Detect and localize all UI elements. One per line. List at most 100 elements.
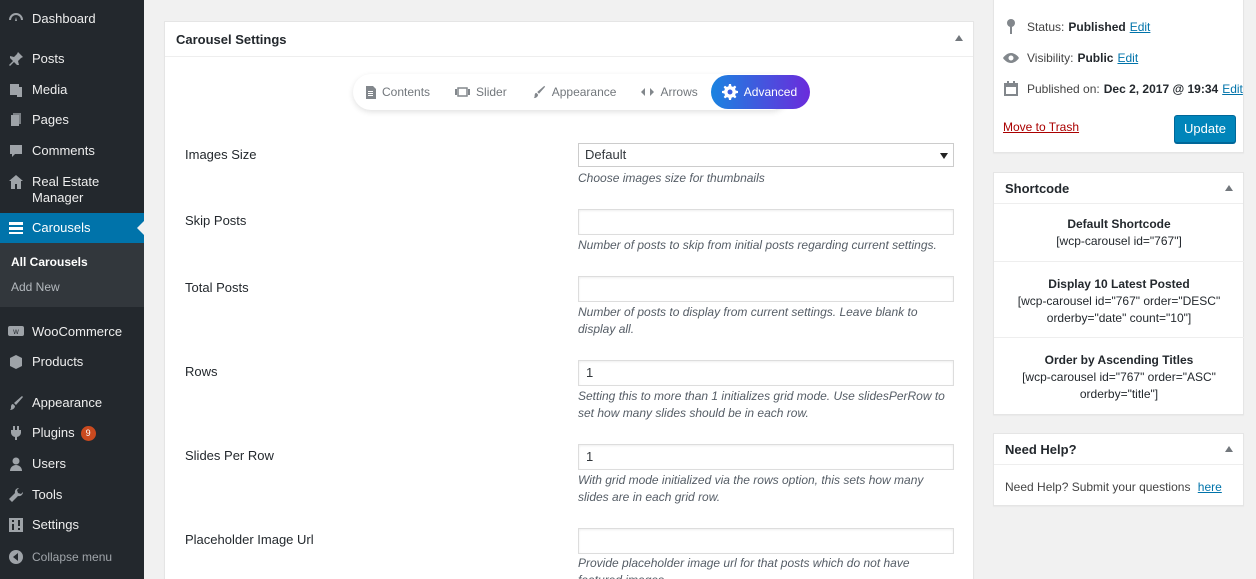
current-menu-arrow [137, 221, 144, 235]
edit-date-link[interactable]: Edit [1222, 82, 1243, 96]
collapse-toggle-icon[interactable] [955, 35, 963, 41]
sidebar-item-label: Carousels [32, 220, 91, 235]
sidebar-item-label: Posts [32, 51, 65, 66]
media-icon [0, 82, 32, 98]
dashboard-icon [0, 11, 32, 27]
box-title: Carousel Settings [176, 31, 287, 47]
collapse-icon [0, 549, 32, 565]
tab-label: Appearance [551, 85, 617, 99]
box-title: Need Help? [1005, 441, 1077, 457]
sidebar-item-products[interactable]: Products [0, 354, 144, 370]
status-label: Status: [1027, 20, 1065, 34]
edit-status-link[interactable]: Edit [1130, 20, 1151, 34]
collapse-menu-button[interactable]: Collapse menu [0, 549, 144, 565]
submenu-add-new[interactable]: Add New [11, 280, 60, 294]
sidebar-item-label: Media [32, 82, 68, 97]
sidebar-item-users[interactable]: Users [0, 456, 144, 472]
calendar-icon [1003, 81, 1019, 96]
box-title: Shortcode [1005, 180, 1070, 196]
field-label-slides-per-row: Slides Per Row [185, 448, 274, 463]
field-label-rows: Rows [185, 364, 218, 379]
sidebar-item-label: WooCommerce [32, 324, 123, 339]
brush-icon [0, 395, 32, 411]
shortcode-box: Shortcode Default Shortcode [wcp-carouse… [993, 172, 1244, 415]
sidebar-item-carousels[interactable]: Carousels [0, 213, 144, 243]
sidebar-item-appearance[interactable]: Appearance [0, 395, 144, 411]
sidebar-item-media[interactable]: Media [0, 82, 144, 98]
brush-icon [532, 85, 546, 99]
collapse-toggle-icon[interactable] [1225, 185, 1233, 191]
wrench-icon [0, 487, 32, 503]
field-desc-rows: Setting this to more than 1 initializes … [578, 389, 945, 420]
sidebar-item-comments[interactable]: Comments [0, 143, 144, 159]
pin-icon [0, 51, 32, 67]
field-label-skip-posts: Skip Posts [185, 213, 247, 228]
arrows-icon [641, 87, 655, 97]
field-desc-placeholder-image-url: Provide placeholder image url for that p… [578, 556, 910, 579]
collapse-toggle-icon[interactable] [1225, 446, 1233, 452]
total-posts-input[interactable] [578, 276, 954, 302]
visibility-label: Visibility: [1027, 51, 1074, 65]
sidebar-item-pages[interactable]: Pages [0, 112, 144, 128]
sidebar-item-label: Plugins 9 [32, 425, 96, 441]
sidebar-item-label: Tools [32, 487, 63, 502]
help-text: Need Help? Submit your questions [1005, 480, 1191, 494]
tab-arrows[interactable]: Arrows [641, 85, 698, 99]
tab-label: Contents [382, 85, 431, 99]
visibility-value: Public [1077, 51, 1114, 65]
move-to-trash-link[interactable]: Move to Trash [1003, 120, 1079, 134]
sidebar-item-plugins[interactable]: Plugins 9 [0, 425, 144, 441]
comment-icon [0, 143, 32, 159]
shortcode-header[interactable]: Shortcode [994, 173, 1243, 204]
carousels-submenu: All Carousels Add New [0, 243, 144, 307]
divider [994, 261, 1244, 262]
sidebar-item-posts[interactable]: Posts [0, 51, 144, 67]
slides-per-row-input[interactable]: 1 [578, 444, 954, 470]
sidebar-item-label: Settings [32, 517, 79, 532]
collapse-menu-label: Collapse menu [32, 550, 113, 564]
carousel-icon [0, 220, 32, 236]
visibility-row: Visibility: Public Edit [1003, 51, 1138, 65]
help-link[interactable]: here [1198, 480, 1222, 494]
carousel-settings-header[interactable]: Carousel Settings [165, 22, 973, 57]
tab-slider[interactable]: Slider [455, 85, 507, 99]
plugin-icon [0, 425, 32, 441]
sidebar-item-settings[interactable]: Settings [0, 517, 144, 533]
tab-label: Slider [476, 85, 507, 99]
woo-icon: W [0, 324, 32, 338]
need-help-box: Need Help? Need Help? Submit your questi… [993, 433, 1244, 506]
products-icon [0, 354, 32, 370]
images-size-select[interactable]: Default [578, 143, 954, 167]
need-help-header[interactable]: Need Help? [994, 434, 1243, 465]
published-value: Dec 2, 2017 @ 19:34 [1103, 81, 1219, 96]
skip-posts-input[interactable] [578, 209, 954, 235]
update-count-badge: 9 [80, 426, 96, 441]
edit-visibility-link[interactable]: Edit [1117, 51, 1138, 65]
update-button[interactable]: Update [1174, 115, 1236, 143]
tab-label: Arrows [660, 85, 698, 99]
tab-appearance[interactable]: Appearance [532, 85, 617, 99]
sidebar-item-real-estate-manager[interactable]: Real Estate Manager [0, 174, 144, 206]
sidebar-item-label: Dashboard [32, 11, 96, 26]
gear-icon [721, 84, 738, 100]
sidebar-item-tools[interactable]: Tools [0, 487, 144, 503]
carousel-settings-box: Carousel Settings Contents Slider Appear… [164, 21, 974, 579]
published-on-row: Published on: Dec 2, 2017 @ 19:34 Edit [1003, 81, 1243, 96]
need-help-text: Need Help? Submit your questions here [1005, 480, 1222, 494]
tab-contents[interactable]: Contents [365, 85, 430, 99]
shortcode-ascending: Order by Ascending Titles [wcp-carousel … [994, 352, 1244, 403]
shortcode-code: [wcp-carousel id="767"] [1056, 234, 1182, 248]
rows-input[interactable]: 1 [578, 360, 954, 386]
pin-icon [1003, 19, 1019, 35]
field-label-images-size: Images Size [185, 147, 257, 162]
shortcode-default: Default Shortcode [wcp-carousel id="767"… [994, 216, 1244, 250]
tab-advanced[interactable]: Advanced [710, 75, 811, 109]
sidebar-item-dashboard[interactable]: Dashboard [0, 11, 144, 27]
sidebar-item-woocommerce[interactable]: W WooCommerce [0, 324, 144, 340]
placeholder-image-url-input[interactable] [578, 528, 954, 554]
submenu-all-carousels[interactable]: All Carousels [11, 255, 88, 269]
sidebar-item-label: Comments [32, 143, 95, 158]
settings-icon [0, 517, 32, 533]
field-desc-skip-posts: Number of posts to skip from initial pos… [578, 238, 937, 252]
plugins-label: Plugins [32, 425, 75, 440]
